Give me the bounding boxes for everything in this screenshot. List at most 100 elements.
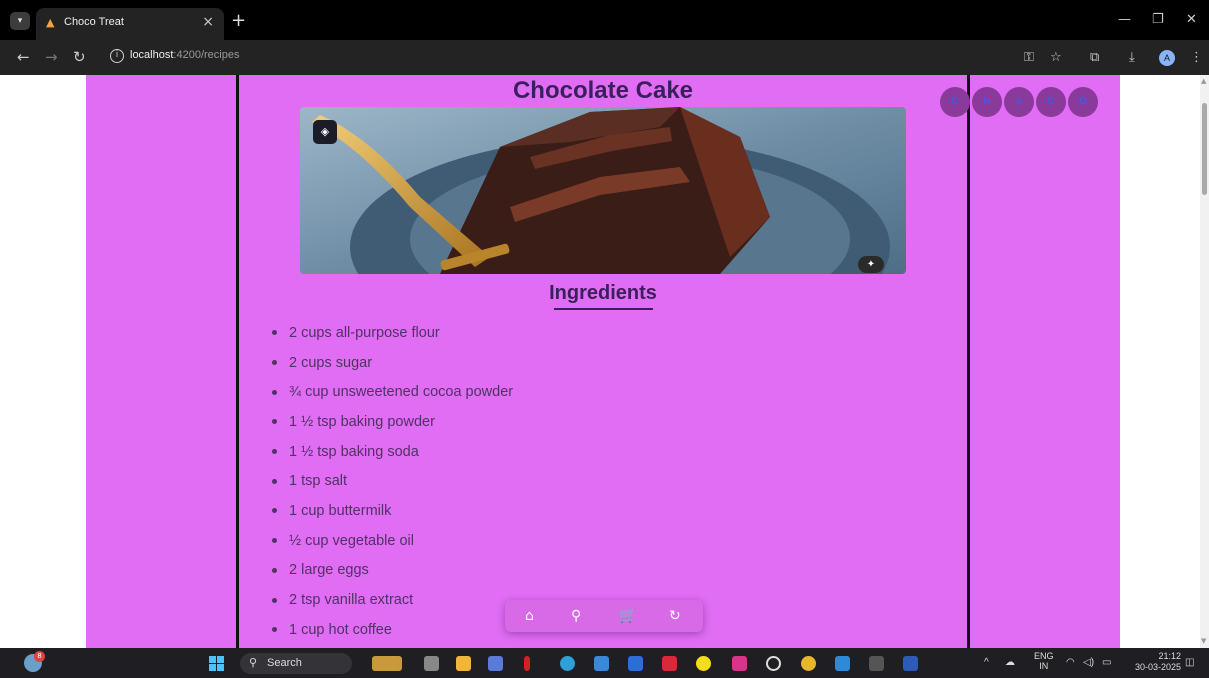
- ingredient-item: 2 cups all-purpose flour: [272, 318, 513, 348]
- image-magic-icon[interactable]: ✦: [858, 256, 884, 273]
- back-icon[interactable]: ←: [17, 48, 30, 66]
- netflix-icon[interactable]: [524, 656, 530, 671]
- close-tab-icon[interactable]: ×: [202, 14, 214, 30]
- bookmark-star-icon[interactable]: ☆: [1050, 50, 1062, 65]
- scrollbar[interactable]: ▲ ▼: [1200, 75, 1209, 648]
- tab-title: Choco Treat: [64, 16, 124, 28]
- browser-tab[interactable]: ▲ Choco Treat ×: [36, 8, 224, 40]
- clock[interactable]: 21:12 30-03-2025: [1127, 651, 1181, 673]
- left-divider: [236, 75, 239, 648]
- choco-letter-bubble: C: [1036, 87, 1066, 117]
- region-code: IN: [1039, 661, 1049, 671]
- instagram-icon[interactable]: [732, 656, 747, 671]
- copilot-icon[interactable]: [488, 656, 503, 671]
- tray-chevron-icon[interactable]: ^: [984, 657, 989, 668]
- volume-icon[interactable]: ◁): [1083, 657, 1094, 668]
- home-icon[interactable]: ⌂: [525, 600, 534, 632]
- taskbar-search[interactable]: ⚲ Search: [240, 653, 352, 674]
- file-explorer-icon[interactable]: [456, 656, 471, 671]
- word-icon[interactable]: [903, 656, 918, 671]
- ingredient-text: 2 cups all-purpose flour: [289, 324, 440, 341]
- menu-dots-icon[interactable]: ⋮: [1190, 50, 1203, 65]
- bullet-icon: [272, 538, 277, 544]
- notifications-icon[interactable]: ◫: [1185, 657, 1194, 668]
- extensions-icon[interactable]: ⧉: [1090, 50, 1099, 65]
- taskbar-search-icon: ⚲: [249, 656, 258, 669]
- windows-taskbar: 8 ⚲ Search ^ ☁ ENG IN ◠ ◁) ▭ 21:12 30-03…: [0, 648, 1209, 678]
- terminal-icon[interactable]: [869, 656, 884, 671]
- choco-letter-bubble: C: [940, 87, 970, 117]
- lens-app-icon[interactable]: [628, 656, 643, 671]
- taskbar-widget-icon[interactable]: [372, 656, 402, 671]
- edge-icon[interactable]: [560, 656, 575, 671]
- recipe-title: Chocolate Cake: [512, 77, 694, 104]
- ingredient-item: 1 tsp salt: [272, 466, 513, 496]
- close-window-icon[interactable]: ✕: [1186, 12, 1197, 27]
- ingredient-item: 2 cups sugar: [272, 348, 513, 378]
- cake-image: [300, 107, 906, 274]
- ingredient-text: 2 large eggs: [289, 562, 369, 579]
- scroll-up-icon[interactable]: ▲: [1201, 77, 1206, 85]
- wifi-icon[interactable]: ◠: [1066, 657, 1075, 668]
- restore-icon[interactable]: ❐: [1152, 12, 1164, 27]
- language-code: ENG: [1034, 651, 1054, 661]
- browser-tab-bar: ▾ ▲ Choco Treat × + — ❐ ✕: [0, 0, 1209, 40]
- ingredient-item: ¾ cup unsweetened cocoa powder: [272, 377, 513, 407]
- scroll-thumb[interactable]: [1202, 103, 1207, 195]
- ingredient-item: ½ cup vegetable oil: [272, 526, 513, 556]
- tray-cloud-icon[interactable]: ☁: [1005, 657, 1015, 668]
- ingredient-text: 1 ½ tsp baking soda: [289, 443, 419, 460]
- cart-icon[interactable]: 🛒: [619, 600, 636, 632]
- snapchat-icon[interactable]: [696, 656, 711, 671]
- ingredient-item: 1 ½ tsp baking powder: [272, 407, 513, 437]
- minimize-icon[interactable]: —: [1118, 12, 1131, 27]
- ingredient-text: 1 tsp salt: [289, 473, 348, 490]
- chrome-icon[interactable]: [801, 656, 816, 671]
- bullet-icon: [272, 478, 277, 484]
- mcafee-icon[interactable]: [662, 656, 677, 671]
- logout-icon[interactable]: ↻: [669, 600, 681, 632]
- bullet-icon: [272, 419, 277, 425]
- image-brain-icon[interactable]: ◈: [313, 120, 337, 144]
- forward-icon[interactable]: →: [45, 48, 58, 66]
- reload-icon[interactable]: ↻: [73, 48, 86, 66]
- new-tab-icon[interactable]: +: [231, 10, 246, 31]
- url-text[interactable]: localhost:4200/recipes: [130, 49, 239, 61]
- opera-icon[interactable]: [766, 656, 781, 671]
- ingredient-text: ¾ cup unsweetened cocoa powder: [289, 384, 514, 401]
- ingredient-item: 2 tsp vanilla extract: [272, 585, 513, 615]
- address-bar[interactable]: i localhost:4200/recipes: [100, 45, 1020, 69]
- task-view-icon[interactable]: [424, 656, 439, 671]
- vscode-icon[interactable]: [835, 656, 850, 671]
- bullet-icon: [272, 508, 277, 514]
- windows-start-icon[interactable]: [209, 656, 224, 671]
- ingredients-underline: [554, 308, 653, 310]
- choco-letter-bubble: o: [1004, 87, 1034, 117]
- bullet-icon: [272, 330, 277, 336]
- taskbar-search-label: Search: [267, 657, 302, 669]
- bullet-icon: [272, 360, 277, 366]
- ingredient-item: 1 cup hot coffee: [272, 615, 513, 645]
- ingredient-text: 1 cup buttermilk: [289, 502, 392, 519]
- site-info-icon[interactable]: i: [110, 49, 124, 63]
- clock-time: 21:12: [1158, 651, 1181, 661]
- download-icon[interactable]: ⤓: [1129, 50, 1135, 65]
- bullet-icon: [272, 449, 277, 455]
- right-divider: [967, 75, 970, 648]
- page-viewport: Chocolate Cake ◈ ✦ Ingredients 2 cups al…: [0, 75, 1200, 648]
- bullet-icon: [272, 627, 277, 633]
- clock-date: 30-03-2025: [1134, 662, 1181, 672]
- search-icon[interactable]: ⚲: [571, 600, 581, 632]
- bullet-icon: [272, 389, 277, 395]
- choco-letter-bubble: O: [1068, 87, 1098, 117]
- outlook-icon[interactable]: [594, 656, 609, 671]
- tab-search-chevron-icon[interactable]: ▾: [10, 12, 30, 30]
- password-key-icon[interactable]: ⚿: [1024, 50, 1034, 65]
- bottom-navigation: ⌂ ⚲ 🛒 ↻: [505, 600, 703, 632]
- language-indicator[interactable]: ENG IN: [1034, 651, 1054, 671]
- profile-avatar[interactable]: A: [1159, 50, 1175, 66]
- ingredients-heading: Ingredients: [549, 282, 657, 304]
- ingredient-text: 1 ½ tsp baking powder: [289, 413, 435, 430]
- scroll-down-icon[interactable]: ▼: [1201, 637, 1206, 645]
- battery-icon[interactable]: ▭: [1102, 657, 1111, 668]
